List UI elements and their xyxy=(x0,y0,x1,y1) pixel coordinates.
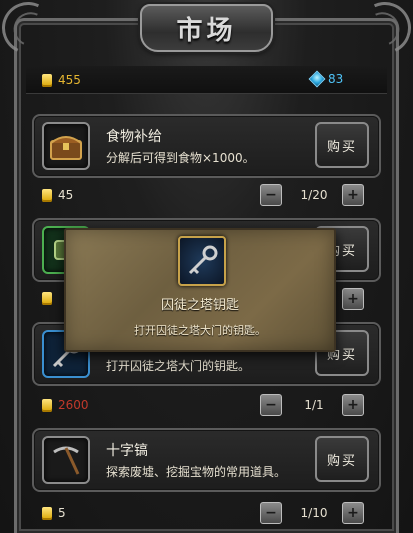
item-desc: 打开囚徒之塔大门的钥匙。 xyxy=(106,359,251,373)
quantity-row: 45 − 1/20 + xyxy=(32,184,381,208)
market-window: 市场 455 83 食物补给 分解后可得到食物×1000。 购买 45 − 1/… xyxy=(0,0,413,533)
item-icon-frame xyxy=(42,122,90,170)
increase-button[interactable]: + xyxy=(342,394,364,416)
price-value: 45 xyxy=(58,188,74,202)
decrease-button[interactable]: − xyxy=(260,394,282,416)
quantity-row: 5 − 1/10 + xyxy=(32,502,381,526)
list-item: 食物补给 分解后可得到食物×1000。 购买 xyxy=(32,114,381,178)
gold-balance: 455 xyxy=(42,73,81,87)
tooltip-desc: 打开囚徒之塔大门的钥匙。 xyxy=(134,324,266,337)
window-title: 市场 xyxy=(176,15,237,46)
pickaxe-icon xyxy=(53,446,80,475)
gold-amount: 455 xyxy=(58,73,81,87)
title-plate: 市场 xyxy=(140,4,273,52)
gem-amount: 83 xyxy=(328,72,344,86)
gem-balance: 83 xyxy=(308,70,344,88)
quantity-count: 1/10 xyxy=(300,506,328,520)
item-name: 十字镐 xyxy=(106,443,148,459)
gold-coin-icon xyxy=(42,506,52,520)
increase-button[interactable]: + xyxy=(342,288,364,310)
buy-button[interactable]: 购买 xyxy=(315,436,369,482)
gold-coin-icon xyxy=(42,73,52,87)
gem-icon xyxy=(308,70,326,88)
tooltip-title: 囚徒之塔钥匙 xyxy=(160,298,239,313)
item-price: 2600 xyxy=(42,398,89,412)
increase-button[interactable]: + xyxy=(342,184,364,206)
currency-bar: 455 83 xyxy=(26,66,387,94)
item-desc: 分解后可得到食物×1000。 xyxy=(106,151,255,165)
quantity-count: 1/20 xyxy=(300,188,328,202)
gold-coin-icon xyxy=(42,398,52,412)
item-price xyxy=(42,292,52,305)
gold-coin-icon xyxy=(42,292,52,305)
item-name: 食物补给 xyxy=(106,129,162,145)
item-tooltip: 囚徒之塔钥匙 打开囚徒之塔大门的钥匙。 xyxy=(64,228,336,352)
treasure-chest-icon xyxy=(50,136,82,160)
key-icon xyxy=(188,245,218,275)
decrease-button[interactable]: − xyxy=(260,502,282,524)
quantity-row: 2600 − 1/1 + xyxy=(32,394,381,418)
price-value: 5 xyxy=(58,506,66,520)
buy-button[interactable]: 购买 xyxy=(315,122,369,168)
item-price: 45 xyxy=(42,188,73,202)
increase-button[interactable]: + xyxy=(342,502,364,524)
item-desc: 探索废墟、挖掘宝物的常用道具。 xyxy=(106,465,287,479)
list-item: 十字镐 探索废墟、挖掘宝物的常用道具。 购买 xyxy=(32,428,381,492)
item-icon-frame xyxy=(42,436,90,484)
quantity-count: 1/1 xyxy=(304,398,324,412)
item-price: 5 xyxy=(42,506,66,520)
decrease-button[interactable]: − xyxy=(260,184,282,206)
tooltip-icon-frame xyxy=(178,236,226,286)
price-value: 2600 xyxy=(58,398,89,412)
gold-coin-icon xyxy=(42,188,52,202)
